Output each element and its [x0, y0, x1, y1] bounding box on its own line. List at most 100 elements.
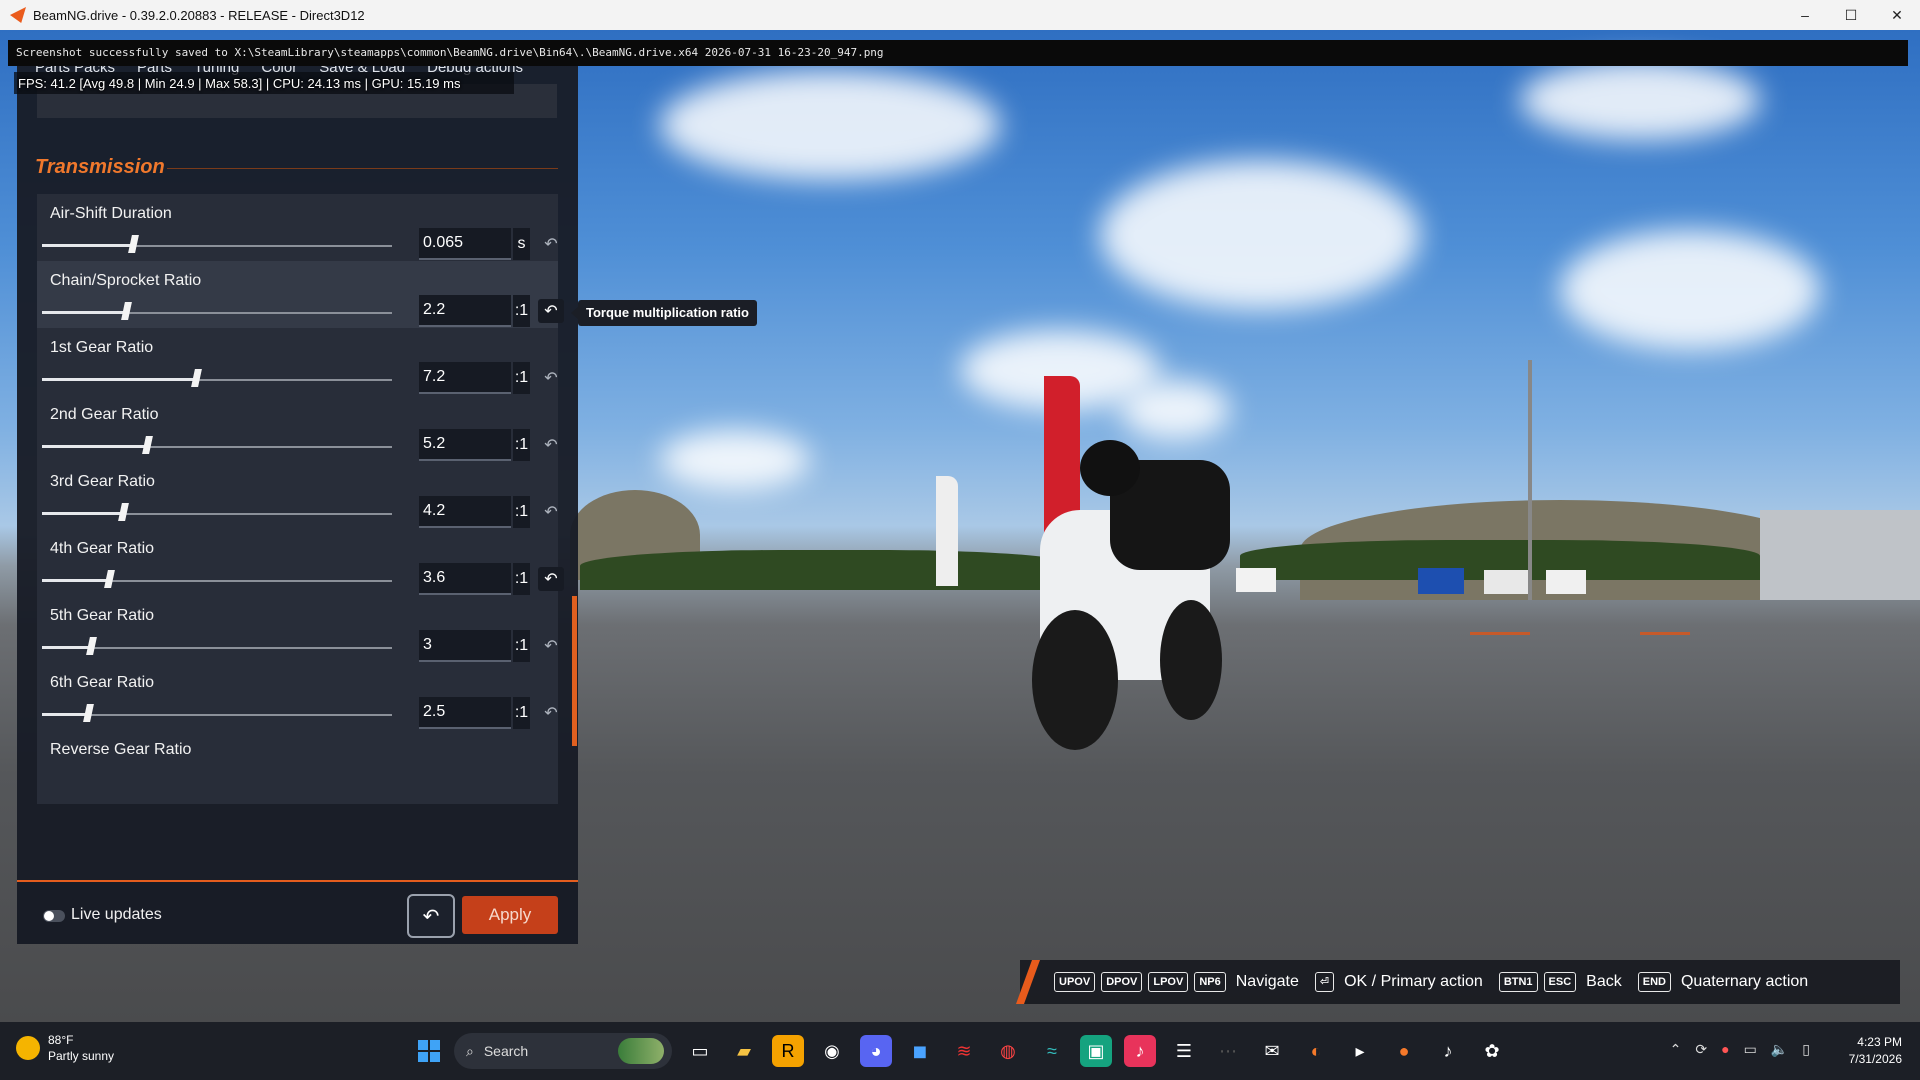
setting-row: 3rd Gear Ratio 4.2:1 ↶ [37, 462, 558, 536]
slider-track[interactable] [42, 714, 392, 716]
sync-icon[interactable]: ⟳ [1695, 1041, 1707, 1058]
value-input[interactable]: 3 [419, 630, 511, 662]
panel-scrollbar[interactable] [572, 596, 577, 746]
value-input[interactable]: 0.065 [419, 228, 511, 260]
task-view-icon[interactable]: ▭ [684, 1035, 716, 1067]
setting-label: 4th Gear Ratio [50, 540, 155, 557]
reset-icon[interactable]: ↶ [538, 500, 564, 524]
taskbar-search[interactable]: ⌕ Search [454, 1033, 672, 1069]
key-badge: END [1637, 972, 1671, 992]
server-icon[interactable]: ☰ [1168, 1035, 1200, 1067]
window-title-bar: BeamNG.drive - 0.39.2.0.20883 - RELEASE … [0, 0, 1920, 30]
value-input[interactable]: 2.2 [419, 295, 511, 327]
value-input[interactable]: 4.2 [419, 496, 511, 528]
slider-thumb[interactable] [86, 637, 97, 655]
setting-label: Chain/Sprocket Ratio [50, 272, 202, 289]
road-marking [1640, 632, 1690, 635]
slider-fill [42, 646, 91, 649]
reset-icon[interactable]: ↶ [538, 433, 564, 457]
mail-icon[interactable]: ✉ [1256, 1035, 1288, 1067]
hint-text: OK / Primary action [1344, 973, 1483, 990]
sponsor-sign [1418, 568, 1464, 594]
slider-thumb[interactable] [142, 436, 153, 454]
msi-afterburner-icon[interactable]: ≋ [948, 1035, 980, 1067]
live-updates-toggle[interactable] [43, 910, 65, 922]
undo-icon: ↶ [422, 905, 440, 928]
minimize-button[interactable]: – [1782, 0, 1828, 30]
cloud [1520, 60, 1760, 140]
hint-text: Back [1586, 973, 1622, 990]
unit-label: :1 [513, 630, 530, 662]
store-icon[interactable]: ◼ [904, 1035, 936, 1067]
beamng-app-icon [10, 7, 26, 23]
sponsor-sign [1484, 570, 1528, 594]
chrome-icon[interactable]: ◍ [992, 1035, 1024, 1067]
unit-label: :1 [513, 429, 530, 461]
slider-fill [42, 512, 123, 515]
hint-text: Quaternary action [1680, 973, 1809, 990]
dim-app-icon[interactable]: ⋯ [1212, 1035, 1244, 1067]
window-controls: – ☐ ✕ [1782, 0, 1920, 30]
slider-thumb[interactable] [191, 369, 202, 387]
road-marking [1470, 632, 1530, 635]
weather-widget[interactable]: 88°F Partly sunny [16, 1032, 114, 1064]
motorcycle [1020, 440, 1260, 750]
reset-icon[interactable]: ↶ [538, 634, 564, 658]
battery-icon[interactable]: ▯ [1802, 1041, 1810, 1058]
tiktok-alt-icon[interactable]: ♪ [1432, 1035, 1464, 1067]
slider-thumb[interactable] [83, 704, 94, 722]
edge-icon[interactable]: ≈ [1036, 1035, 1068, 1067]
rockstar-launcher-icon[interactable]: R [772, 1035, 804, 1067]
cloud [1560, 230, 1820, 350]
setting-row: Reverse Gear Ratio [37, 730, 558, 804]
setting-label: 6th Gear Ratio [50, 674, 155, 691]
performance-stats: FPS: 41.2 [Avg 49.8 | Min 24.9 | Max 58.… [18, 76, 461, 91]
volume-icon[interactable]: 🔈 [1771, 1041, 1788, 1058]
trees [580, 550, 1080, 590]
section-divider [167, 168, 558, 169]
network-icon[interactable]: ▭ [1744, 1041, 1757, 1058]
windows-start-icon[interactable] [418, 1040, 440, 1062]
value-input[interactable]: 3.6 [419, 563, 511, 595]
setting-label: 2nd Gear Ratio [50, 406, 159, 423]
undo-button[interactable]: ↶ [407, 894, 455, 938]
apply-button[interactable]: Apply [462, 896, 558, 934]
windows-taskbar: 88°F Partly sunny ⌕ Search ▭ ▰ R ◉ ◕ ◼ ≋… [0, 1022, 1920, 1080]
beamng-taskbar-icon[interactable]: ● [1388, 1035, 1420, 1067]
slider-thumb[interactable] [118, 503, 129, 521]
key-badge: BTN1 [1498, 972, 1538, 992]
setting-row: 2nd Gear Ratio 5.2:1 ↶ [37, 395, 558, 469]
system-clock[interactable]: 4:23 PM 7/31/2026 [1849, 1034, 1902, 1068]
discord-icon[interactable]: ◕ [860, 1035, 892, 1067]
tiktok-icon[interactable]: ♪ [1124, 1035, 1156, 1067]
tooltip: Torque multiplication ratio [571, 300, 757, 326]
file-explorer-icon[interactable]: ▰ [728, 1035, 760, 1067]
blender-icon[interactable]: ◐ [1300, 1035, 1332, 1067]
value-input[interactable]: 2.5 [419, 697, 511, 729]
slider-fill [42, 244, 133, 247]
maximize-button[interactable]: ☐ [1828, 0, 1874, 30]
show-hidden-icons-icon[interactable]: ⌃ [1670, 1041, 1682, 1058]
slider-fill [42, 311, 126, 314]
partly-sunny-icon [16, 1036, 40, 1060]
reset-icon[interactable]: ↶ [538, 701, 564, 725]
reset-icon[interactable]: ↶ [538, 567, 564, 591]
slider-thumb[interactable] [121, 302, 132, 320]
value-input[interactable]: 7.2 [419, 362, 511, 394]
slider-thumb[interactable] [104, 570, 115, 588]
white-banner-flag [936, 476, 958, 586]
chatgpt-icon[interactable]: ✿ [1476, 1035, 1508, 1067]
slider-thumb[interactable] [128, 235, 139, 253]
key-badge: UPOV [1054, 972, 1096, 992]
microphone-icon[interactable]: ● [1721, 1041, 1729, 1058]
terminal-icon[interactable]: ▸ [1344, 1035, 1376, 1067]
reset-icon[interactable]: ↶ [538, 366, 564, 390]
key-badge: LPOV [1148, 972, 1189, 992]
reset-icon[interactable]: ↶ [538, 299, 564, 323]
value-input[interactable]: 5.2 [419, 429, 511, 461]
steam-icon[interactable]: ◉ [816, 1035, 848, 1067]
cloud [1100, 160, 1420, 310]
reset-icon[interactable]: ↶ [538, 232, 564, 256]
app-icon[interactable]: ▣ [1080, 1035, 1112, 1067]
close-button[interactable]: ✕ [1874, 0, 1920, 30]
